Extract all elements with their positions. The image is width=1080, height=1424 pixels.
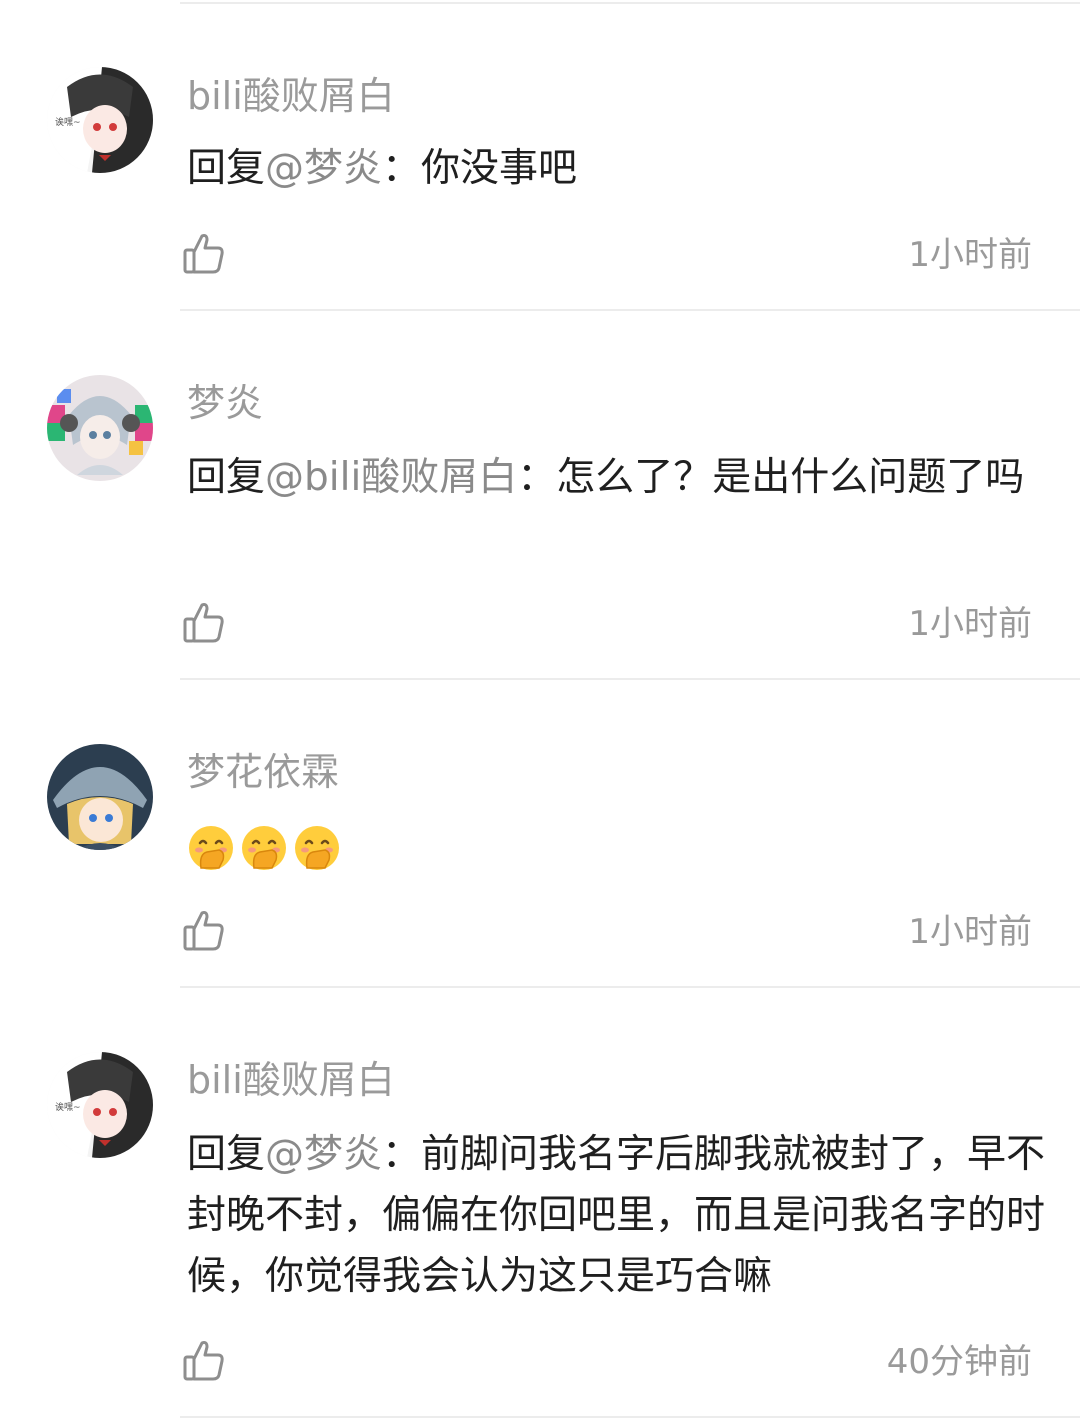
reply-prefix: 回复 [187,455,266,500]
like-button[interactable] [180,907,228,955]
mention-link[interactable]: @bili酸败屑白 [265,455,517,500]
comment-message: 你没事吧 [421,146,578,191]
mention-link[interactable]: @梦炎 [265,146,382,191]
divider [180,678,1080,680]
comment-username[interactable]: 梦花依霖 [187,748,339,796]
comment-username[interactable]: bili酸败屑白 [187,1056,395,1104]
comment-text: 回复@bili酸败屑白：怎么了？是出什么问题了吗 [187,447,1047,508]
thumbs-up-icon [183,234,224,274]
comment-username[interactable]: bili酸败屑白 [187,72,395,120]
svg-text:诶嘿~: 诶嘿~ [55,116,81,128]
comment-time: 1小时前 [908,235,1032,275]
anime-helmet-avatar-icon[interactable] [47,744,153,850]
separator: ： [382,146,422,191]
comment-username[interactable]: 梦炎 [187,379,263,427]
divider [180,986,1080,988]
comment-time: 1小时前 [908,912,1032,952]
comment-message: 怎么了？是出什么问题了吗 [556,455,1025,500]
like-button[interactable] [180,599,228,647]
comment-time: 1小时前 [908,604,1032,644]
comment-time: 40分钟前 [886,1342,1032,1382]
like-button[interactable] [180,1337,228,1385]
thumbs-up-icon [183,911,224,951]
reply-prefix: 回复 [187,1132,266,1177]
comment-text: 回复@梦炎：你没事吧 [187,138,1047,199]
separator: ： [382,1132,422,1177]
separator: ： [517,455,557,500]
divider [180,1416,1080,1418]
comment-emojis [187,815,1047,876]
thumbs-up-icon [183,603,224,643]
divider [180,309,1080,311]
anime-maid-avatar-icon[interactable]: 诶嘿~ [47,67,153,173]
svg-text:诶嘿~: 诶嘿~ [55,1101,81,1113]
hand-over-mouth-emoji [189,825,233,870]
divider [180,2,1080,4]
reply-prefix: 回复 [187,146,266,191]
thumbs-up-icon [183,1341,224,1381]
anime-headphones-avatar-icon[interactable] [47,375,153,481]
like-button[interactable] [180,230,228,278]
anime-maid-avatar-icon[interactable]: 诶嘿~ [47,1052,153,1158]
hand-over-mouth-emoji [242,825,286,870]
hand-over-mouth-emoji [295,825,339,870]
comment-text: 回复@梦炎：前脚问我名字后脚我就被封了，早不封晚不封，偏偏在你回吧里，而且是问我… [187,1124,1047,1307]
mention-link[interactable]: @梦炎 [265,1132,382,1177]
